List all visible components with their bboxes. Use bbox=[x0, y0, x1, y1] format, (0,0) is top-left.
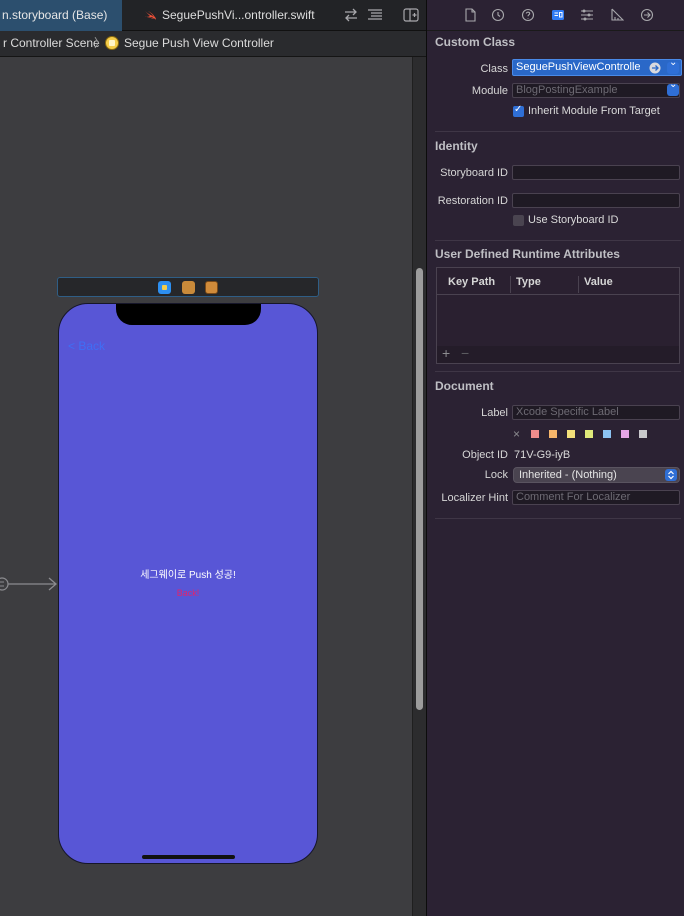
localizer-hint-field[interactable]: Comment For Localizer bbox=[512, 490, 680, 505]
size-inspector-icon[interactable] bbox=[610, 8, 624, 22]
related-items-icon[interactable] bbox=[343, 8, 359, 22]
remove-attribute-button[interactable]: − bbox=[461, 345, 469, 361]
restoration-id-field[interactable] bbox=[512, 193, 680, 208]
section-divider bbox=[435, 240, 681, 241]
label-color-swatch[interactable] bbox=[585, 430, 593, 438]
canvas-scrollbar[interactable] bbox=[412, 57, 426, 916]
section-divider bbox=[435, 518, 681, 519]
class-dropdown-button[interactable] bbox=[667, 57, 679, 74]
identity-inspector: Custom Class Class SeguePushViewControll… bbox=[426, 0, 684, 916]
device-notch bbox=[116, 304, 261, 325]
module-label: Module bbox=[471, 85, 508, 97]
doc-label-placeholder: Xcode Specific Label bbox=[516, 406, 619, 418]
doc-label-field[interactable]: Xcode Specific Label bbox=[512, 405, 680, 420]
module-dropdown-button[interactable] bbox=[667, 79, 679, 96]
segue-arrow-icon[interactable] bbox=[0, 574, 58, 594]
object-id-value: 71V-G9-iyB bbox=[514, 449, 571, 461]
column-key-path[interactable]: Key Path bbox=[448, 276, 495, 288]
jump-bar-view-controller[interactable]: Segue Push View Controller bbox=[124, 31, 274, 56]
up-down-chevron-icon bbox=[665, 469, 677, 481]
tab-swift-file-label: SeguePushVi...ontroller.swift bbox=[162, 8, 315, 22]
label-color-swatch[interactable] bbox=[531, 430, 539, 438]
column-type[interactable]: Type bbox=[516, 276, 541, 288]
column-separator bbox=[578, 276, 579, 293]
nav-back-button[interactable]: < Back bbox=[68, 339, 105, 353]
document-title: Document bbox=[435, 379, 494, 393]
view-controller-canvas[interactable]: < Back 세그웨이로 Push 성공! Back! bbox=[58, 303, 318, 864]
label-color-swatch[interactable] bbox=[621, 430, 629, 438]
doc-label-label: Label bbox=[481, 407, 508, 419]
add-editor-icon[interactable] bbox=[403, 8, 419, 22]
label-color-swatch[interactable] bbox=[549, 430, 557, 438]
inherit-module-checkbox[interactable] bbox=[513, 104, 524, 117]
runtime-attributes-table[interactable]: Key Path Type Value + − bbox=[436, 267, 680, 364]
identity-inspector-icon[interactable] bbox=[551, 8, 565, 22]
connections-inspector-icon[interactable] bbox=[640, 8, 654, 22]
storyboard-id-label: Storyboard ID bbox=[440, 167, 508, 179]
history-inspector-icon[interactable] bbox=[491, 8, 505, 22]
column-value[interactable]: Value bbox=[584, 276, 613, 288]
canvas-scrollbar-thumb[interactable] bbox=[416, 268, 423, 710]
home-indicator bbox=[142, 855, 235, 859]
label-color-swatch[interactable] bbox=[567, 430, 575, 438]
swift-icon bbox=[145, 11, 156, 20]
file-inspector-icon[interactable] bbox=[463, 8, 477, 22]
jump-bar: r Controller Scene 〉 Segue Push View Con… bbox=[0, 31, 426, 57]
editor-tab-bar: n.storyboard (Base) SeguePushVi...ontrol… bbox=[0, 0, 426, 31]
jump-bar-scene[interactable]: r Controller Scene bbox=[3, 31, 100, 56]
tab-storyboard-label: n.storyboard (Base) bbox=[2, 8, 108, 22]
view-controller-icon[interactable] bbox=[158, 281, 171, 294]
scene-dock[interactable] bbox=[57, 277, 319, 297]
runtime-attributes-footer: + − bbox=[437, 345, 679, 363]
section-divider bbox=[435, 131, 681, 132]
go-to-class-icon[interactable] bbox=[649, 62, 661, 74]
custom-class-title: Custom Class bbox=[435, 35, 516, 49]
inherit-module-label: Inherit Module From Target bbox=[528, 105, 660, 117]
lock-popup[interactable]: Inherited - (Nothing) bbox=[513, 467, 680, 483]
attributes-inspector-icon[interactable] bbox=[580, 8, 594, 22]
object-id-label: Object ID bbox=[462, 449, 508, 461]
view-controller-icon bbox=[105, 36, 119, 50]
module-placeholder: BlogPostingExample bbox=[516, 84, 618, 96]
quick-help-icon[interactable] bbox=[521, 8, 535, 22]
add-attribute-button[interactable]: + bbox=[442, 345, 450, 361]
column-separator bbox=[510, 276, 511, 293]
lock-popup-value: Inherited - (Nothing) bbox=[519, 469, 617, 481]
xcode-window: n.storyboard (Base) SeguePushVi...ontrol… bbox=[0, 0, 684, 916]
adjust-editor-options-icon[interactable] bbox=[367, 8, 383, 22]
runtime-attributes-header: Key Path Type Value bbox=[437, 268, 679, 295]
runtime-attributes-title: User Defined Runtime Attributes bbox=[435, 247, 620, 261]
class-label: Class bbox=[480, 63, 508, 75]
storyboard-id-field[interactable] bbox=[512, 165, 680, 180]
storyboard-editor: n.storyboard (Base) SeguePushVi...ontrol… bbox=[0, 0, 426, 916]
tab-storyboard[interactable]: n.storyboard (Base) bbox=[0, 0, 122, 31]
tab-swift-file[interactable]: SeguePushVi...ontroller.swift bbox=[122, 0, 330, 31]
module-field[interactable]: BlogPostingExample bbox=[512, 83, 680, 98]
localizer-hint-placeholder: Comment For Localizer bbox=[516, 491, 631, 503]
success-label: 세그웨이로 Push 성공! bbox=[140, 570, 236, 581]
use-storyboard-id-label: Use Storyboard ID bbox=[528, 214, 619, 226]
localizer-hint-label: Localizer Hint bbox=[441, 492, 508, 504]
class-field-value: SeguePushViewControlle bbox=[516, 61, 641, 73]
back-button[interactable]: Back! bbox=[59, 588, 317, 598]
section-divider bbox=[435, 371, 681, 372]
use-storyboard-id-checkbox[interactable] bbox=[513, 215, 524, 226]
clear-label-color-icon[interactable]: × bbox=[513, 427, 520, 441]
label-color-swatch[interactable] bbox=[603, 430, 611, 438]
identity-title: Identity bbox=[435, 139, 478, 153]
label-color-swatch[interactable] bbox=[639, 430, 647, 438]
restoration-id-label: Restoration ID bbox=[437, 195, 508, 207]
first-responder-icon[interactable] bbox=[182, 281, 195, 294]
lock-label: Lock bbox=[484, 469, 508, 481]
exit-icon[interactable] bbox=[205, 281, 218, 294]
inspector-tab-bar bbox=[427, 0, 684, 31]
